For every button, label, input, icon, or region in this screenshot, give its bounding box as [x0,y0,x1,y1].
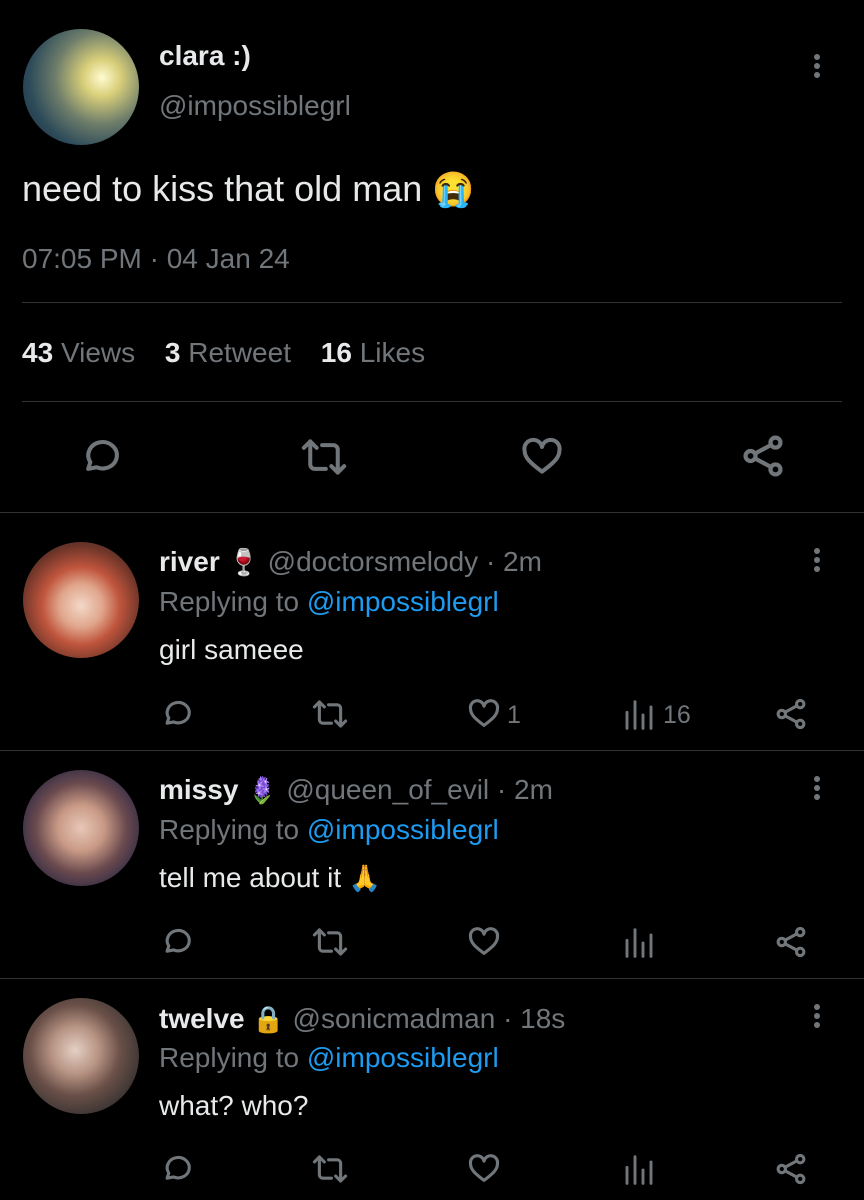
reply-icon[interactable] [79,435,123,479]
reply-author-handle[interactable]: @sonicmadman [293,1003,496,1034]
replying-to-handle[interactable]: @impossiblegrl [307,814,499,845]
reply-icon[interactable] [160,925,194,959]
reply-avatar[interactable] [23,770,139,886]
like-icon[interactable] [466,1152,502,1186]
share-icon[interactable] [774,925,808,959]
retweet-icon[interactable] [311,925,349,959]
author-handle[interactable]: @impossiblegrl [159,90,351,122]
like-count: 1 [507,701,521,729]
hyacinth-emoji: 🪻 [246,775,279,805]
replying-to: Replying to @impossiblegrl [159,586,499,617]
views-icon[interactable] [622,927,656,959]
divider [22,302,842,303]
share-icon[interactable] [740,433,786,479]
replying-to-handle[interactable]: @impossiblegrl [307,1042,499,1073]
views-stat[interactable]: 43 Views [22,337,135,368]
views-icon[interactable] [622,1154,656,1186]
views-icon[interactable] [622,699,656,731]
reply-author-handle[interactable]: @queen_of_evil [286,774,489,805]
tweet-stats: 43 Views 3 Retweet 16 Likes [22,337,425,369]
divider [22,401,842,402]
likes-stat[interactable]: 16 Likes [321,337,425,368]
more-options-icon[interactable] [812,54,822,81]
reply-text: tell me about it 🙏 [159,862,381,894]
reply-author-name[interactable]: river [159,546,220,577]
reply-text: what? who? [159,1090,309,1121]
share-icon[interactable] [774,1152,808,1186]
wine-emoji: 🍷 [227,547,260,577]
like-icon[interactable] [466,697,502,731]
author-avatar[interactable] [23,29,139,145]
replying-to: Replying to @impossiblegrl [159,1042,499,1073]
retweet-icon[interactable] [300,435,348,479]
more-options-icon[interactable] [812,548,822,575]
replying-to-handle[interactable]: @impossiblegrl [307,586,499,617]
lock-emoji: 🔒 [252,1004,285,1034]
reply-author-handle[interactable]: @doctorsmelody [268,546,479,577]
more-options-icon[interactable] [812,776,822,803]
reply-header: twelve 🔒 @sonicmadman · 18s [159,1003,565,1035]
crying-emoji: 😭 [432,171,475,209]
retweet-stat[interactable]: 3 Retweet [165,337,291,368]
reply-time: · 2m [496,774,553,805]
reply-avatar[interactable] [23,998,139,1114]
tweet-text-body: need to kiss that old man [22,168,423,209]
tweet-text: need to kiss that old man 😭 [22,168,475,210]
reply-time: · 2m [485,546,542,577]
tweet-timestamp[interactable]: 07:05 PM · 04 Jan 24 [22,243,290,275]
reply-author-name[interactable]: missy [159,774,238,805]
retweet-icon[interactable] [311,697,349,731]
reply-time: · 18s [503,1003,566,1034]
more-options-icon[interactable] [812,1004,822,1031]
reply-text-body: tell me about it [159,862,342,893]
reply-header: river 🍷 @doctorsmelody · 2m [159,546,542,578]
author-name[interactable]: clara :) [159,40,251,72]
share-icon[interactable] [774,697,808,731]
like-icon[interactable] [519,435,565,479]
views-count: 16 [663,701,691,729]
reply-header: missy 🪻 @queen_of_evil · 2m [159,774,553,806]
pray-emoji: 🙏 [348,863,382,893]
divider [0,750,864,751]
like-icon[interactable] [466,925,502,959]
divider [0,978,864,979]
divider [0,512,864,513]
reply-icon[interactable] [160,697,194,731]
reply-author-name[interactable]: twelve [159,1003,245,1034]
reply-text: girl sameee [159,634,304,665]
reply-avatar[interactable] [23,542,139,658]
reply-icon[interactable] [160,1152,194,1186]
replying-to: Replying to @impossiblegrl [159,814,499,845]
retweet-icon[interactable] [311,1152,349,1186]
